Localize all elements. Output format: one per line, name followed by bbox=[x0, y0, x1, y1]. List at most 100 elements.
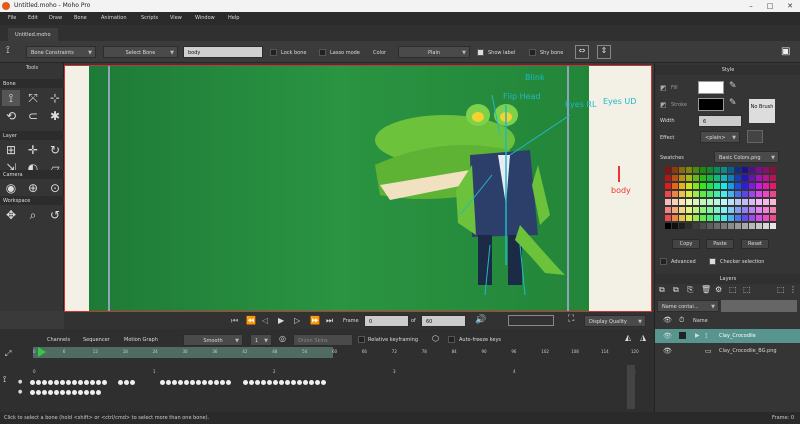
first-frame-icon[interactable]: ⏮ bbox=[231, 316, 238, 326]
color-swatch[interactable] bbox=[693, 199, 699, 205]
color-swatch[interactable] bbox=[693, 191, 699, 197]
stroke-eyedropper-icon[interactable]: ✎ bbox=[729, 98, 737, 108]
color-swatch[interactable] bbox=[693, 207, 699, 213]
color-swatch[interactable] bbox=[763, 215, 769, 221]
color-swatch[interactable] bbox=[749, 223, 755, 229]
color-swatch[interactable] bbox=[714, 175, 720, 181]
color-swatch[interactable] bbox=[714, 191, 720, 197]
color-swatch[interactable] bbox=[665, 215, 671, 221]
tab-channels[interactable]: Channels bbox=[47, 337, 70, 343]
color-swatch[interactable] bbox=[672, 199, 678, 205]
color-swatch[interactable] bbox=[679, 175, 685, 181]
roll-camera-tool-icon[interactable]: ⊙ bbox=[46, 180, 64, 196]
minimize-button[interactable]: – bbox=[745, 1, 757, 11]
color-swatch[interactable] bbox=[679, 223, 685, 229]
next-keyframe-icon[interactable]: ⏩ bbox=[310, 316, 320, 325]
tab-sequencer[interactable]: Sequencer bbox=[83, 337, 110, 343]
color-swatch[interactable] bbox=[700, 167, 706, 173]
color-swatch[interactable] bbox=[735, 183, 741, 189]
color-swatch[interactable] bbox=[763, 199, 769, 205]
interp-count-dropdown[interactable]: 1 ▼ bbox=[250, 334, 272, 346]
color-swatch[interactable] bbox=[721, 175, 727, 181]
color-swatch[interactable] bbox=[721, 215, 727, 221]
audio-volume-icon[interactable]: 🔊 bbox=[475, 315, 486, 325]
color-swatch[interactable] bbox=[735, 175, 741, 181]
color-swatch[interactable] bbox=[714, 223, 720, 229]
color-swatch[interactable] bbox=[686, 223, 692, 229]
step-forward-icon[interactable]: ▷ bbox=[294, 316, 300, 325]
color-swatch[interactable] bbox=[707, 183, 713, 189]
layer-row[interactable]: 👁 ▭ Clay_Crocodile_BG.png bbox=[655, 344, 800, 358]
menu-bone[interactable]: Bone bbox=[74, 15, 87, 21]
color-swatch[interactable] bbox=[679, 183, 685, 189]
color-swatch[interactable] bbox=[707, 215, 713, 221]
color-swatch[interactable] bbox=[770, 207, 776, 213]
color-swatch[interactable] bbox=[686, 175, 692, 181]
color-swatch[interactable] bbox=[721, 223, 727, 229]
color-swatch[interactable] bbox=[742, 191, 748, 197]
menu-animation[interactable]: Animation bbox=[101, 15, 127, 21]
color-swatch[interactable] bbox=[714, 199, 720, 205]
color-swatch[interactable] bbox=[749, 183, 755, 189]
color-swatch[interactable] bbox=[665, 183, 671, 189]
advanced-checkbox[interactable] bbox=[660, 258, 667, 265]
manipulate-bones-tool-icon[interactable]: ✱ bbox=[46, 108, 64, 124]
auto-freeze-icon[interactable]: ⬡ bbox=[432, 334, 439, 343]
duplicate-layer-icon[interactable]: ⧉ bbox=[673, 285, 679, 295]
swatches-dropdown[interactable]: Basic Colors.png ▼ bbox=[714, 151, 779, 163]
set-origin-tool-icon[interactable]: ⊞ bbox=[2, 142, 20, 158]
color-swatch[interactable] bbox=[742, 167, 748, 173]
color-swatch[interactable] bbox=[735, 191, 741, 197]
maximize-button[interactable]: □ bbox=[764, 1, 776, 11]
color-swatch[interactable] bbox=[763, 175, 769, 181]
copy-button[interactable]: Copy bbox=[672, 239, 700, 249]
new-layer-icon[interactable]: ⧉ bbox=[659, 285, 665, 295]
add-bone-tool-icon[interactable]: ⊹ bbox=[46, 90, 64, 106]
onion-skin-icon[interactable]: ◎ bbox=[279, 334, 286, 343]
effect-settings-button[interactable] bbox=[747, 130, 763, 143]
checker-selection-checkbox[interactable] bbox=[709, 258, 716, 265]
color-swatch[interactable] bbox=[749, 215, 755, 221]
color-swatch[interactable] bbox=[728, 175, 734, 181]
color-swatch[interactable] bbox=[665, 207, 671, 213]
color-swatch[interactable] bbox=[735, 167, 741, 173]
color-swatch[interactable] bbox=[721, 199, 727, 205]
reset-button[interactable]: Reset bbox=[741, 239, 769, 249]
select-bone-tool-icon[interactable]: ⟟ bbox=[2, 90, 20, 106]
color-swatch[interactable] bbox=[665, 167, 671, 173]
color-swatch[interactable] bbox=[728, 223, 734, 229]
color-swatch[interactable] bbox=[693, 183, 699, 189]
show-label-checkbox[interactable] bbox=[477, 49, 484, 56]
bone-label-blink[interactable]: Blink bbox=[525, 73, 545, 82]
color-swatch[interactable] bbox=[714, 215, 720, 221]
color-swatch[interactable] bbox=[665, 191, 671, 197]
color-swatch[interactable] bbox=[763, 191, 769, 197]
bone-label-body[interactable]: body bbox=[611, 186, 631, 195]
color-swatch[interactable] bbox=[763, 183, 769, 189]
color-swatch[interactable] bbox=[728, 207, 734, 213]
color-swatch[interactable] bbox=[686, 167, 692, 173]
timeline-options-icon[interactable]: ◮ bbox=[640, 333, 646, 342]
color-swatch[interactable] bbox=[756, 175, 762, 181]
auto-freeze-checkbox[interactable] bbox=[448, 336, 455, 343]
menu-scripts[interactable]: Scripts bbox=[141, 15, 158, 21]
color-swatch[interactable] bbox=[672, 207, 678, 213]
zoom-camera-tool-icon[interactable]: ⊕ bbox=[24, 180, 42, 196]
color-swatch[interactable] bbox=[742, 183, 748, 189]
step-back-icon[interactable]: ◁ bbox=[262, 316, 268, 325]
lasso-mode-checkbox[interactable] bbox=[319, 49, 326, 56]
color-swatch[interactable] bbox=[679, 215, 685, 221]
stroke-toggle-icon[interactable]: ◩ bbox=[660, 101, 667, 109]
layer-settings-icon[interactable]: ⚙ bbox=[715, 285, 722, 294]
menu-draw[interactable]: Draw bbox=[49, 15, 62, 21]
color-swatch[interactable] bbox=[707, 167, 713, 173]
menu-window[interactable]: Window bbox=[195, 15, 215, 21]
color-swatch[interactable] bbox=[742, 175, 748, 181]
color-swatch[interactable] bbox=[721, 183, 727, 189]
library-book-icon[interactable]: ▣ bbox=[781, 46, 793, 58]
color-swatch[interactable] bbox=[728, 167, 734, 173]
color-swatch[interactable] bbox=[742, 223, 748, 229]
color-swatch[interactable] bbox=[693, 223, 699, 229]
color-swatch[interactable] bbox=[749, 199, 755, 205]
view-mode-icons[interactable] bbox=[508, 315, 554, 326]
